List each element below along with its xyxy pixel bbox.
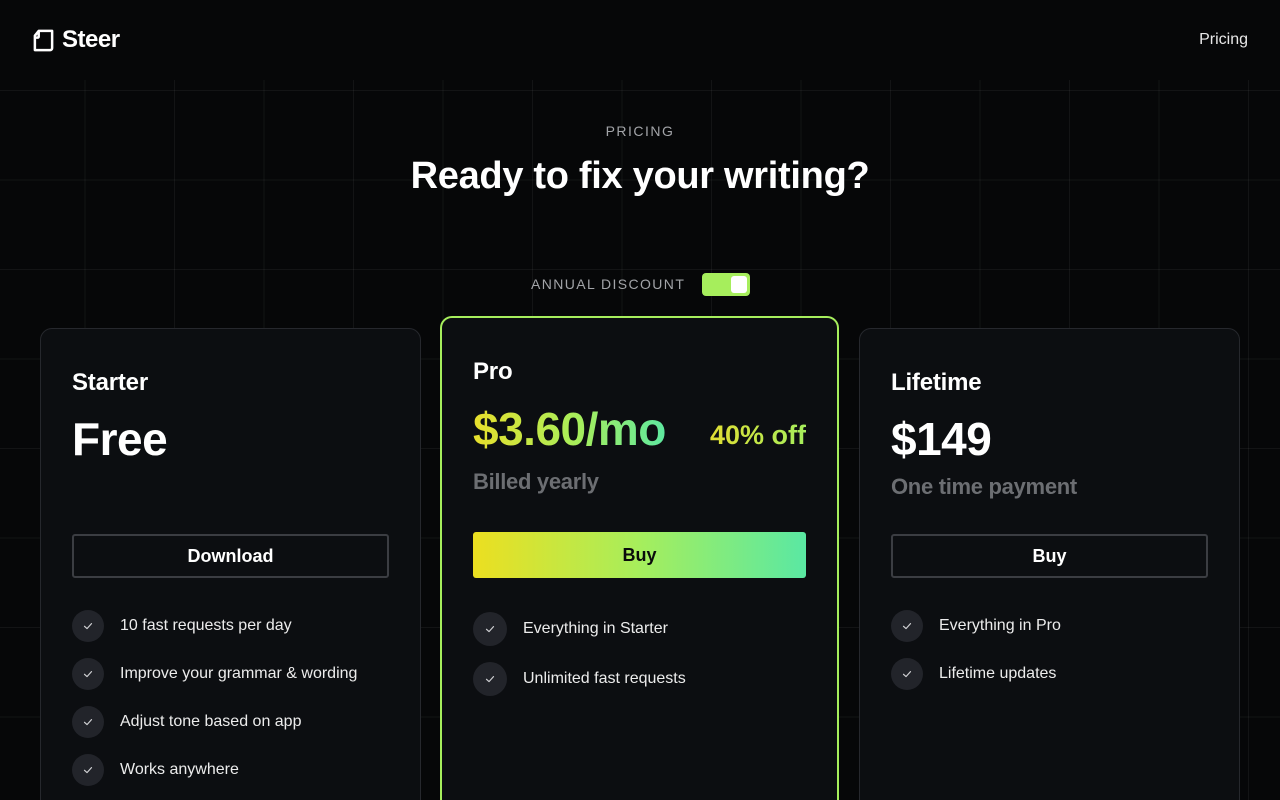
- plan-price: Free: [72, 413, 168, 465]
- feature-list: Everything in Starter Unlimited fast req…: [473, 612, 686, 712]
- list-item: Lifetime updates: [891, 658, 1061, 690]
- list-item: Everything in Starter: [473, 612, 686, 646]
- feature-text: Works anywhere: [120, 761, 239, 778]
- download-button[interactable]: Download: [72, 534, 389, 578]
- list-item: 10 fast requests per day: [72, 610, 357, 642]
- check-icon: [891, 658, 923, 690]
- plan-name: Starter: [72, 369, 148, 396]
- plan-card-lifetime: Lifetime $149 One time payment Buy Every…: [859, 328, 1240, 800]
- check-icon: [473, 612, 507, 646]
- feature-text: Everything in Starter: [523, 620, 668, 637]
- plan-name: Pro: [473, 358, 513, 385]
- buy-pro-button[interactable]: Buy: [473, 532, 806, 578]
- list-item: Everything in Pro: [891, 610, 1061, 642]
- check-icon: [473, 662, 507, 696]
- feature-text: Improve your grammar & wording: [120, 665, 358, 682]
- check-icon: [72, 610, 104, 642]
- pricing-page: Steer Pricing PRICING Ready to fix your …: [0, 0, 1280, 800]
- site-header: Steer Pricing: [0, 0, 1280, 80]
- feature-list: 10 fast requests per day Improve your gr…: [72, 610, 357, 800]
- toggle-knob: [731, 275, 748, 293]
- check-icon: [891, 610, 923, 642]
- list-item: Works anywhere: [72, 754, 357, 786]
- annual-discount-toggle[interactable]: [702, 272, 751, 296]
- feature-text: Lifetime updates: [939, 665, 1057, 682]
- feature-text: Adjust tone based on app: [120, 713, 302, 730]
- check-icon: [72, 754, 104, 786]
- brand-logo-link[interactable]: Steer: [32, 26, 120, 54]
- billing-note: Billed yearly: [473, 469, 599, 494]
- list-item: Adjust tone based on app: [72, 706, 357, 738]
- buy-lifetime-button[interactable]: Buy: [891, 534, 1208, 578]
- page-title: Ready to fix your writing?: [410, 155, 870, 197]
- plan-card-pro: Pro $3.60/mo 40% off Billed yearly Buy E…: [440, 316, 839, 800]
- check-icon: [72, 658, 104, 690]
- plan-price: $149: [891, 413, 992, 465]
- payment-note: One time payment: [891, 474, 1077, 499]
- discount-badge: 40% off: [710, 420, 807, 450]
- feature-text: Unlimited fast requests: [523, 670, 686, 687]
- steer-logo-icon: [33, 29, 54, 51]
- annual-discount-label: ANNUAL DISCOUNT: [531, 276, 686, 292]
- plan-name: Lifetime: [891, 369, 982, 396]
- feature-text: Everything in Pro: [939, 617, 1061, 634]
- feature-list: Everything in Pro Lifetime updates: [891, 610, 1061, 706]
- section-eyebrow: PRICING: [605, 123, 675, 139]
- nav-pricing-link[interactable]: Pricing: [1199, 31, 1248, 49]
- plan-price: $3.60/mo: [473, 403, 666, 455]
- plan-card-starter: Starter Free Download 10 fast requests p…: [40, 328, 421, 800]
- list-item: Unlimited fast requests: [473, 662, 686, 696]
- check-icon: [72, 706, 104, 738]
- brand-name: Steer: [62, 26, 120, 53]
- feature-text: 10 fast requests per day: [120, 617, 292, 634]
- annual-discount-toggle-row: ANNUAL DISCOUNT: [531, 272, 751, 296]
- list-item: Improve your grammar & wording: [72, 658, 357, 690]
